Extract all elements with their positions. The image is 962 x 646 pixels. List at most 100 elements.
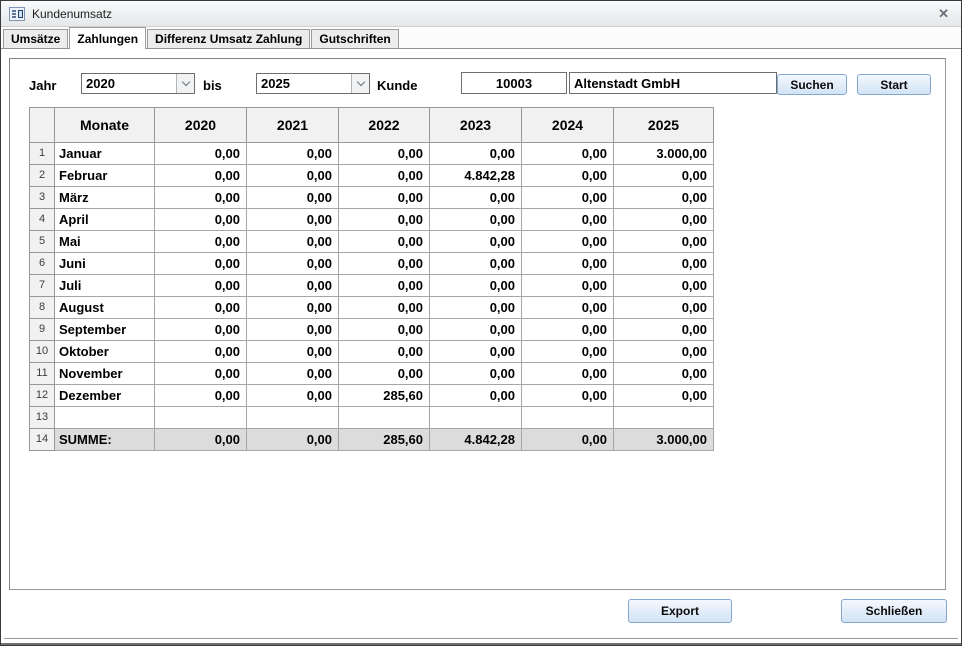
value-cell[interactable]: 0,00 — [247, 231, 339, 253]
value-cell[interactable]: 0,00 — [155, 231, 247, 253]
value-cell[interactable] — [247, 407, 339, 429]
value-cell[interactable]: 0,00 — [522, 341, 614, 363]
row-number[interactable]: 3 — [30, 187, 55, 209]
value-cell[interactable]: 0,00 — [247, 385, 339, 407]
value-cell[interactable]: 0,00 — [430, 385, 522, 407]
chevron-down-icon[interactable] — [351, 74, 369, 93]
value-cell[interactable]: 0,00 — [430, 253, 522, 275]
month-cell[interactable]: September — [55, 319, 155, 341]
value-cell[interactable]: 0,00 — [614, 275, 714, 297]
value-cell[interactable]: 0,00 — [247, 363, 339, 385]
row-number[interactable]: 7 — [30, 275, 55, 297]
row-number[interactable]: 9 — [30, 319, 55, 341]
month-cell[interactable]: März — [55, 187, 155, 209]
year-from-combo[interactable]: 2020 — [81, 73, 195, 94]
value-cell[interactable]: 0,00 — [522, 319, 614, 341]
value-cell[interactable]: 0,00 — [155, 297, 247, 319]
month-cell[interactable]: August — [55, 297, 155, 319]
value-cell[interactable]: 0,00 — [522, 363, 614, 385]
tab-gutschriften[interactable]: Gutschriften — [311, 29, 398, 48]
year-to-combo[interactable]: 2025 — [256, 73, 370, 94]
month-cell[interactable]: November — [55, 363, 155, 385]
customer-name-field[interactable] — [569, 72, 777, 94]
value-cell[interactable]: 0,00 — [339, 253, 430, 275]
value-cell[interactable]: 0,00 — [614, 187, 714, 209]
row-number[interactable]: 2 — [30, 165, 55, 187]
value-cell[interactable]: 0,00 — [339, 319, 430, 341]
month-cell[interactable]: Oktober — [55, 341, 155, 363]
month-cell[interactable]: Dezember — [55, 385, 155, 407]
row-number[interactable]: 12 — [30, 385, 55, 407]
value-cell[interactable] — [614, 407, 714, 429]
value-cell[interactable]: 0,00 — [155, 341, 247, 363]
value-cell[interactable]: 4.842,28 — [430, 165, 522, 187]
value-cell[interactable]: 285,60 — [339, 429, 430, 451]
row-number[interactable]: 13 — [30, 407, 55, 429]
value-cell[interactable]: 0,00 — [430, 319, 522, 341]
value-cell[interactable]: 3.000,00 — [614, 143, 714, 165]
month-cell[interactable]: SUMME: — [55, 429, 155, 451]
value-cell[interactable]: 4.842,28 — [430, 429, 522, 451]
titlebar[interactable]: Kundenumsatz ✕ — [1, 1, 961, 27]
customer-number-field[interactable] — [461, 72, 567, 94]
month-cell[interactable]: Mai — [55, 231, 155, 253]
value-cell[interactable]: 0,00 — [247, 319, 339, 341]
value-cell[interactable]: 0,00 — [430, 143, 522, 165]
value-cell[interactable]: 0,00 — [522, 165, 614, 187]
value-cell[interactable]: 0,00 — [339, 297, 430, 319]
value-cell[interactable]: 0,00 — [522, 187, 614, 209]
value-cell[interactable]: 0,00 — [339, 165, 430, 187]
value-cell[interactable]: 0,00 — [155, 165, 247, 187]
value-cell[interactable]: 0,00 — [155, 187, 247, 209]
value-cell[interactable]: 0,00 — [339, 341, 430, 363]
value-cell[interactable]: 3.000,00 — [614, 429, 714, 451]
tab-zahlungen[interactable]: Zahlungen — [69, 27, 146, 49]
value-cell[interactable] — [522, 407, 614, 429]
value-cell[interactable]: 0,00 — [155, 209, 247, 231]
value-cell[interactable]: 0,00 — [522, 297, 614, 319]
value-cell[interactable]: 0,00 — [247, 297, 339, 319]
value-cell[interactable]: 0,00 — [247, 143, 339, 165]
row-number[interactable]: 6 — [30, 253, 55, 275]
value-cell[interactable]: 0,00 — [247, 275, 339, 297]
value-cell[interactable]: 0,00 — [614, 253, 714, 275]
value-cell[interactable]: 0,00 — [614, 231, 714, 253]
row-number[interactable]: 4 — [30, 209, 55, 231]
value-cell[interactable]: 0,00 — [155, 385, 247, 407]
value-cell[interactable]: 0,00 — [339, 187, 430, 209]
close-icon[interactable]: ✕ — [934, 6, 953, 22]
value-cell[interactable] — [155, 407, 247, 429]
value-cell[interactable]: 0,00 — [522, 143, 614, 165]
month-cell[interactable] — [55, 407, 155, 429]
tab-differenz-umsatz-zahlung[interactable]: Differenz Umsatz Zahlung — [147, 29, 310, 48]
month-cell[interactable]: Juli — [55, 275, 155, 297]
row-number[interactable]: 5 — [30, 231, 55, 253]
value-cell[interactable] — [339, 407, 430, 429]
value-cell[interactable]: 0,00 — [522, 209, 614, 231]
value-cell[interactable]: 0,00 — [339, 209, 430, 231]
value-cell[interactable]: 0,00 — [614, 385, 714, 407]
value-cell[interactable]: 0,00 — [155, 275, 247, 297]
start-button[interactable]: Start — [857, 74, 931, 95]
value-cell[interactable]: 0,00 — [430, 231, 522, 253]
value-cell[interactable]: 0,00 — [247, 253, 339, 275]
value-cell[interactable]: 0,00 — [247, 209, 339, 231]
row-number[interactable]: 8 — [30, 297, 55, 319]
row-number[interactable]: 11 — [30, 363, 55, 385]
value-cell[interactable]: 0,00 — [339, 231, 430, 253]
value-cell[interactable]: 0,00 — [247, 341, 339, 363]
value-cell[interactable] — [430, 407, 522, 429]
value-cell[interactable]: 0,00 — [155, 319, 247, 341]
value-cell[interactable]: 0,00 — [614, 341, 714, 363]
month-cell[interactable]: Februar — [55, 165, 155, 187]
value-cell[interactable]: 0,00 — [614, 319, 714, 341]
value-cell[interactable]: 0,00 — [522, 253, 614, 275]
value-cell[interactable]: 0,00 — [247, 187, 339, 209]
value-cell[interactable]: 0,00 — [614, 209, 714, 231]
chevron-down-icon[interactable] — [176, 74, 194, 93]
value-cell[interactable]: 0,00 — [155, 143, 247, 165]
value-cell[interactable]: 0,00 — [247, 165, 339, 187]
value-cell[interactable]: 0,00 — [522, 275, 614, 297]
row-number[interactable]: 10 — [30, 341, 55, 363]
value-cell[interactable]: 285,60 — [339, 385, 430, 407]
